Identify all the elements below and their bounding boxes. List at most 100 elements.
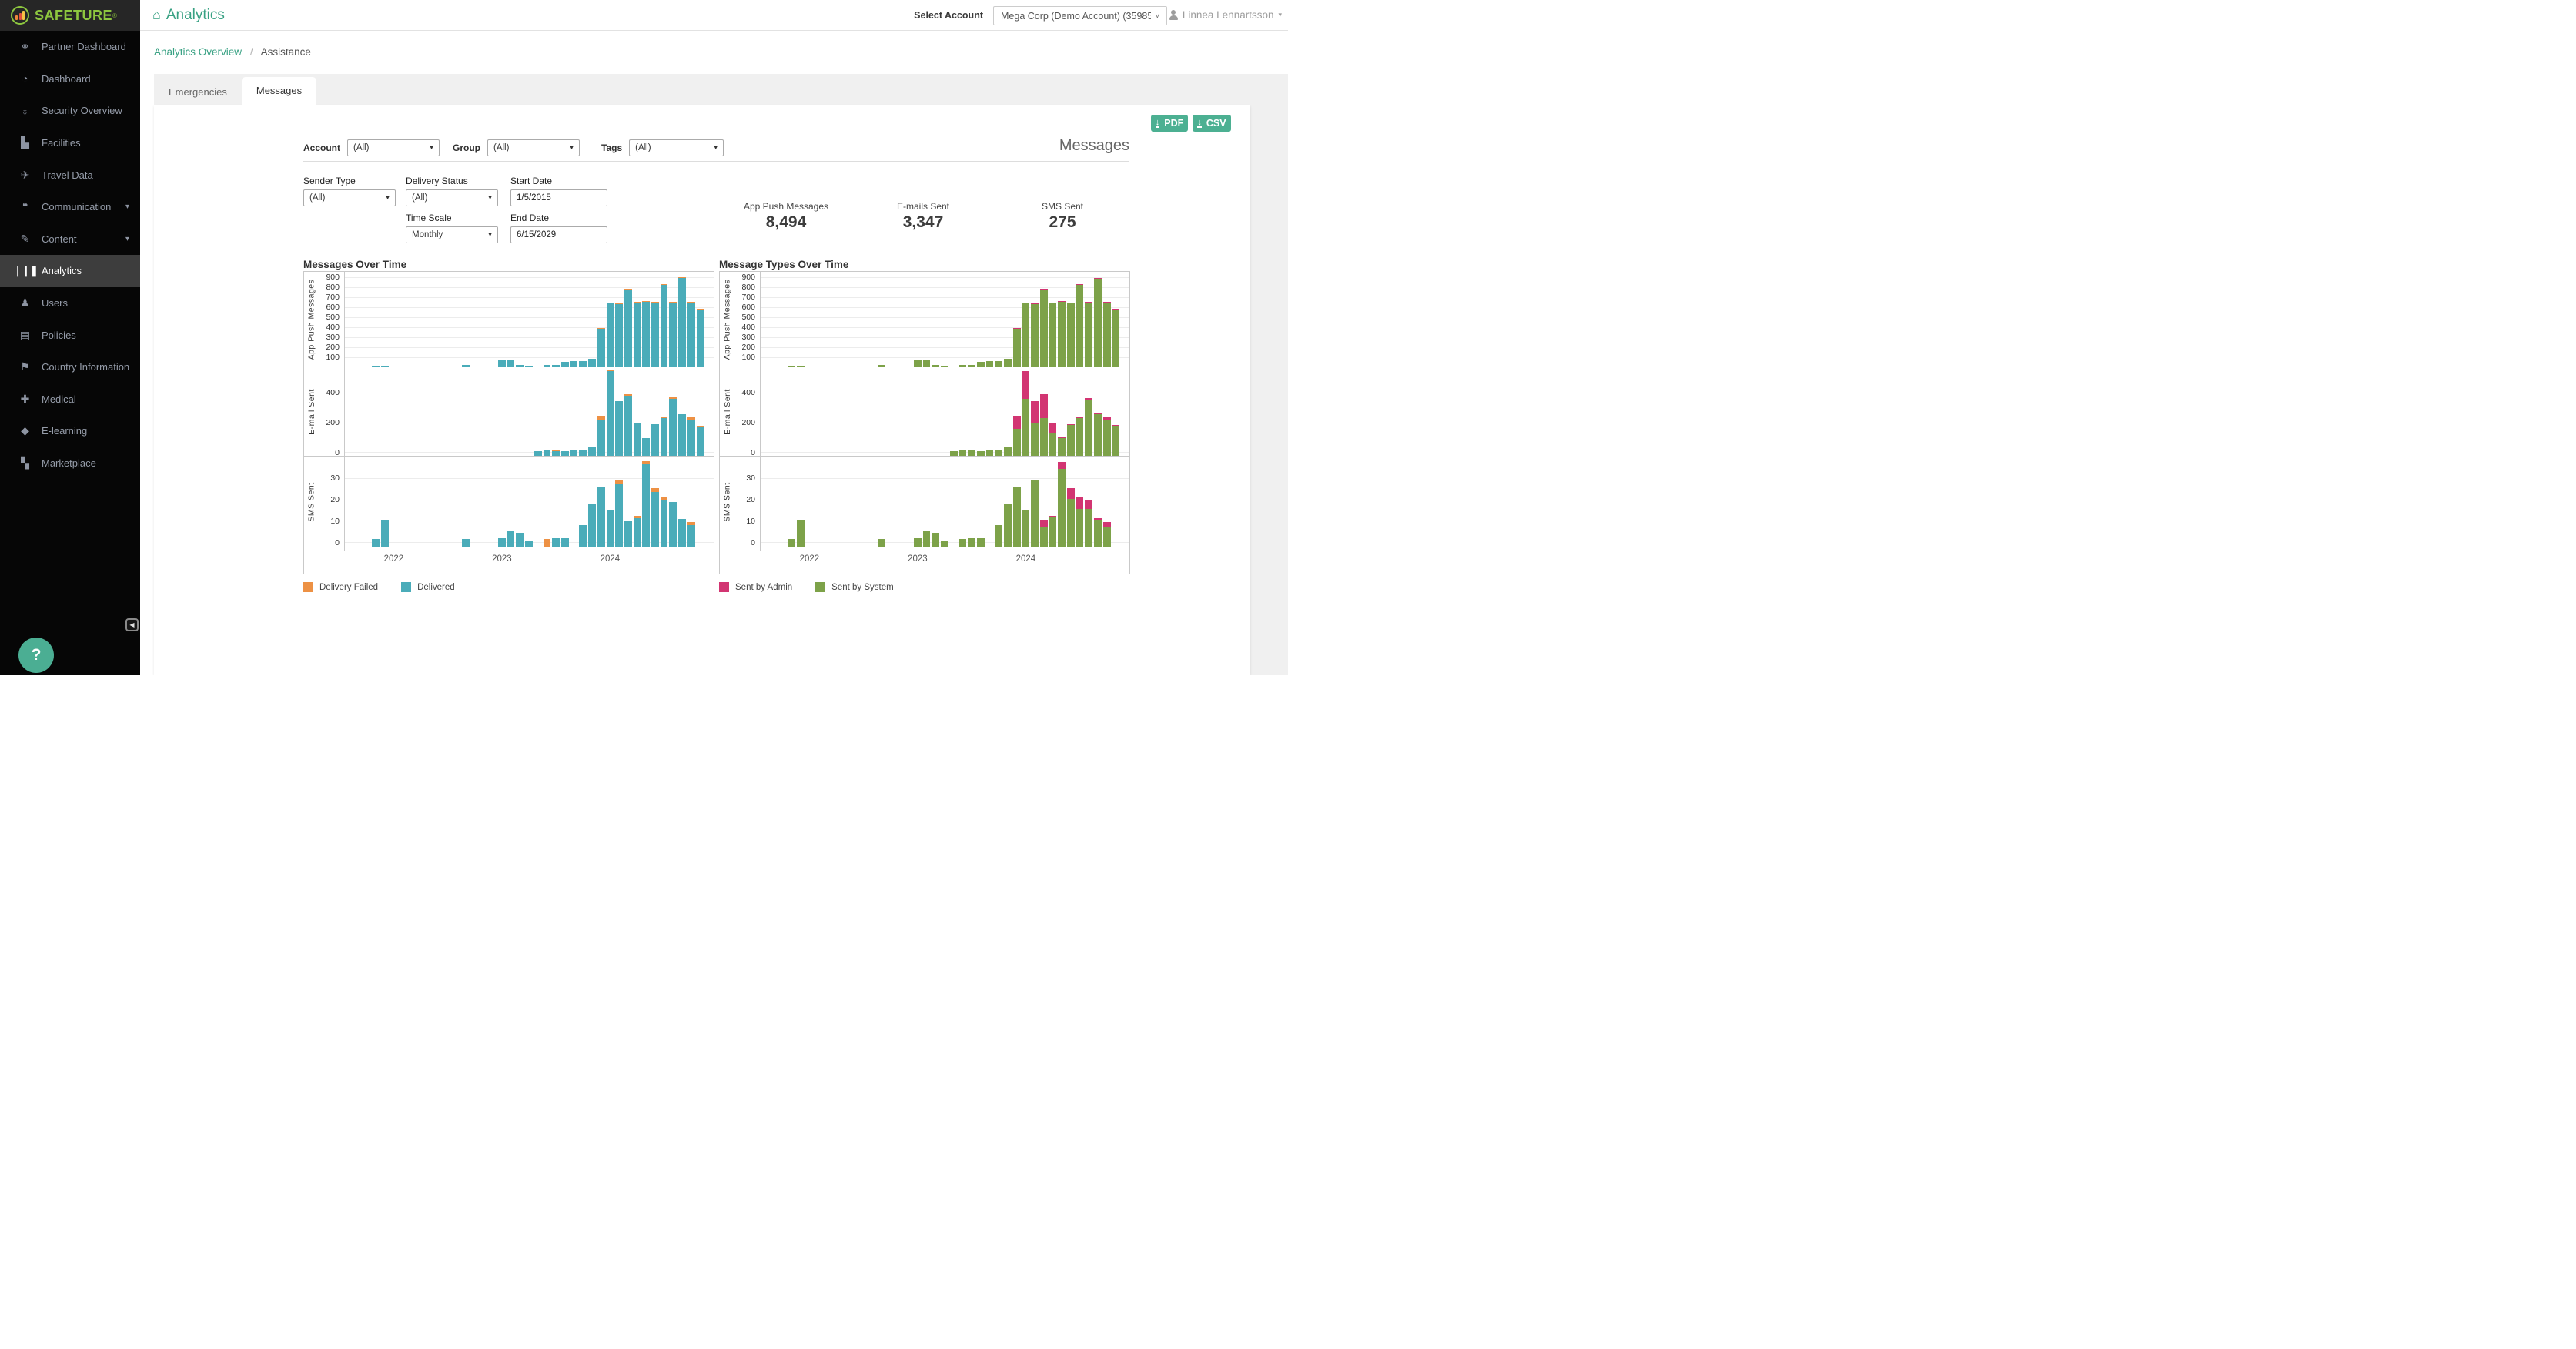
sidebar-item-security-overview[interactable]: ♁Security Overview <box>0 95 140 127</box>
group-select[interactable]: (All)▼ <box>487 139 580 156</box>
y-tick-label: 400 <box>315 388 340 397</box>
sidebar-item-policies[interactable]: ▤Policies <box>0 319 140 351</box>
tab-messages[interactable]: Messages <box>242 77 316 105</box>
bar-segment <box>525 366 533 367</box>
y-tick-label: 10 <box>731 517 755 526</box>
tab-emergencies[interactable]: Emergencies <box>154 79 242 105</box>
bar-segment <box>570 361 578 367</box>
y-axis-line <box>344 272 345 367</box>
question-mark-icon: ? <box>32 646 42 664</box>
legend-swatch-icon <box>401 582 411 592</box>
sidebar-item-marketplace[interactable]: ▚Marketplace <box>0 447 140 480</box>
sidebar-item-travel-data[interactable]: ✈Travel Data <box>0 159 140 191</box>
medkit-icon: ✚ <box>13 393 36 406</box>
bar-segment <box>1076 417 1084 419</box>
sidebar-item-content[interactable]: ✎Content▾ <box>0 223 140 256</box>
chevron-down-icon: ▾ <box>125 235 129 243</box>
legend-swatch-icon <box>815 582 825 592</box>
bar-segment <box>588 359 596 367</box>
y-tick-label: 500 <box>731 313 755 322</box>
gridline <box>760 287 1129 288</box>
delivery-status-select[interactable]: (All)▼ <box>406 189 498 206</box>
app-window: SAFETURE ® ⌂Analytics Select Account Meg… <box>0 0 1288 674</box>
stat-sms-sent: SMS Sent275 <box>978 201 1147 232</box>
y-axis-line <box>760 367 761 456</box>
bar-segment <box>941 541 948 547</box>
bar-segment <box>1058 438 1066 456</box>
select-value: (All) <box>493 143 509 152</box>
sidebar-item-communication[interactable]: ❝Communication▾ <box>0 191 140 223</box>
bar-segment <box>597 328 605 367</box>
sidebar-item-label: Marketplace <box>42 457 96 469</box>
bar-segment <box>687 525 695 547</box>
bar-segment <box>1076 509 1084 547</box>
bar-segment <box>615 303 623 304</box>
bar-segment <box>634 516 641 518</box>
help-button[interactable]: ? <box>18 638 54 673</box>
csv-download-button[interactable]: ↓CSV <box>1193 115 1231 132</box>
y-axis-line <box>760 272 761 367</box>
bar-segment <box>669 397 677 399</box>
sidebar-item-analytics[interactable]: ❘❙❚Analytics <box>0 255 140 287</box>
bar-segment <box>651 488 659 493</box>
bar-segment <box>959 450 967 456</box>
sidebar-item-users[interactable]: ♟Users <box>0 287 140 320</box>
account-select[interactable]: Mega Corp (Demo Account) (3598591) ˅ <box>993 6 1167 25</box>
filter-label: Start Date <box>510 176 607 186</box>
end-date-input[interactable] <box>510 226 607 243</box>
user-menu[interactable]: Linnea Lennartsson ▾ <box>1169 9 1282 21</box>
sidebar-item-label: Country Information <box>42 361 129 373</box>
y-tick-label: 400 <box>315 323 340 332</box>
bar-segment <box>697 426 704 456</box>
sidebar-item-partner-dashboard[interactable]: ⚭Partner Dashboard <box>0 31 140 63</box>
y-tick-label: 500 <box>315 313 340 322</box>
sidebar-item-label: Travel Data <box>42 169 93 181</box>
sidebar-collapse-button[interactable]: ◀ <box>125 618 139 631</box>
gridline <box>344 478 714 479</box>
bar-segment <box>1013 487 1021 547</box>
y-axis-label: E-mail Sent <box>721 367 733 456</box>
breadcrumb-link-analytics-overview[interactable]: Analytics Overview <box>154 46 242 58</box>
bar-segment <box>1031 423 1039 456</box>
bar-segment <box>498 360 506 367</box>
right-gutter <box>1250 105 1288 674</box>
bar-segment <box>1094 518 1102 521</box>
bar-segment <box>624 396 632 456</box>
y-tick-label: 300 <box>731 333 755 342</box>
sidebar-item-facilities[interactable]: ▙Facilities <box>0 127 140 159</box>
bar-segment <box>986 361 994 367</box>
sidebar-item-medical[interactable]: ✚Medical <box>0 383 140 416</box>
chevron-down-icon: ˅ <box>1156 12 1159 20</box>
account-select[interactable]: (All)▼ <box>347 139 440 156</box>
bar-segment <box>607 510 614 547</box>
tags-select[interactable]: (All)▼ <box>629 139 724 156</box>
grad-cap-icon: ◆ <box>13 424 36 437</box>
bar-segment <box>1058 469 1066 547</box>
sidebar-item-e-learning[interactable]: ◆E-learning <box>0 415 140 447</box>
bar-segment <box>372 366 380 367</box>
sender-type-select[interactable]: (All)▼ <box>303 189 396 206</box>
sidebar-item-dashboard[interactable]: ◔Dashboard <box>0 63 140 95</box>
bar-segment <box>1085 398 1092 401</box>
bar-segment <box>651 424 659 456</box>
select-caret-icon: ▼ <box>713 146 718 151</box>
y-tick-label: 600 <box>315 303 340 312</box>
filter-label: Time Scale <box>406 213 498 223</box>
y-tick-label: 100 <box>315 353 340 362</box>
bar-segment <box>932 533 939 547</box>
pdf-download-button[interactable]: ↓PDF <box>1151 115 1188 132</box>
sidebar-item-label: Facilities <box>42 137 81 149</box>
sidebar-item-country-information[interactable]: ⚑Country Information <box>0 351 140 383</box>
start-date-input[interactable] <box>510 189 607 206</box>
bar-segment <box>995 450 1002 456</box>
bar-segment <box>588 447 596 456</box>
y-tick-label: 200 <box>731 418 755 427</box>
filter-group: Group(All)▼ <box>453 139 580 156</box>
time-scale-select[interactable]: Monthly▼ <box>406 226 498 243</box>
y-tick-label: 100 <box>731 353 755 362</box>
y-axis-label: E-mail Sent <box>306 367 317 456</box>
y-tick-label: 20 <box>315 495 340 504</box>
download-icon: ↓ <box>1197 119 1202 128</box>
bar-segment <box>1058 462 1066 468</box>
logo[interactable]: SAFETURE ® <box>0 0 140 31</box>
